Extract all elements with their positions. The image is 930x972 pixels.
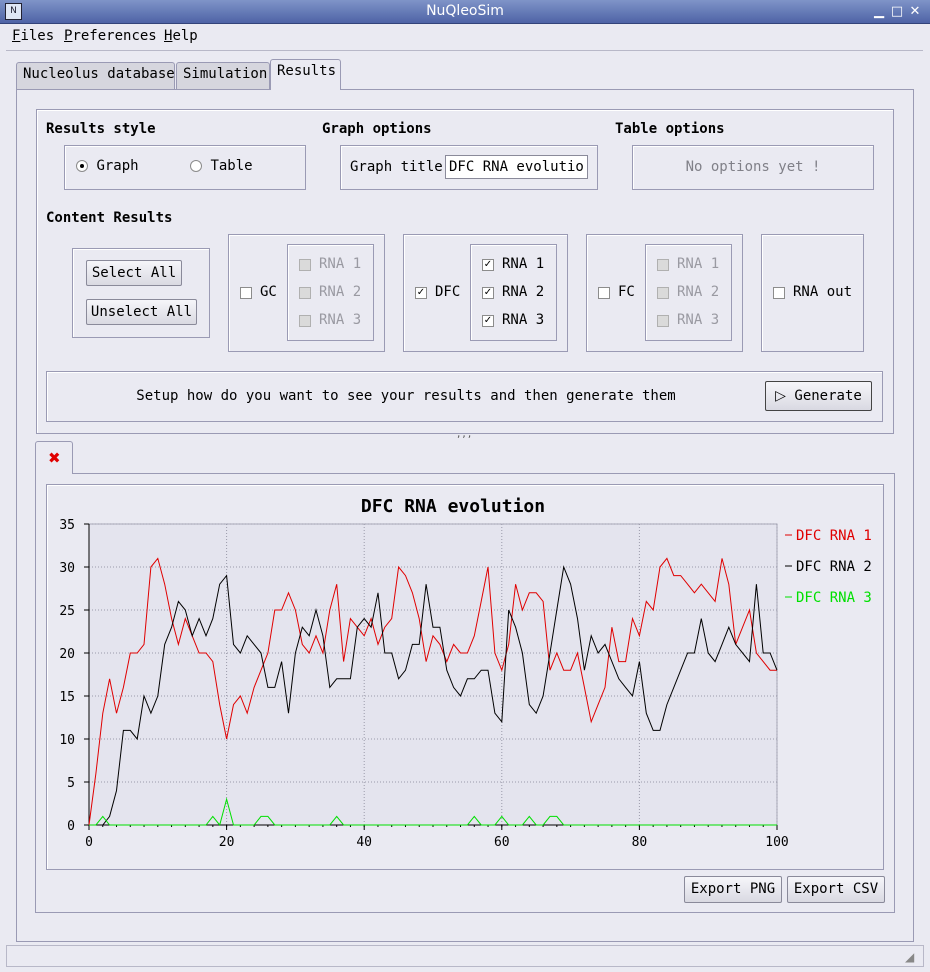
radio-graph-label: Graph — [96, 158, 139, 174]
unselect-all-button[interactable]: Unselect All — [86, 299, 197, 325]
chart-title: DFC RNA evolution — [361, 496, 545, 517]
gc-rna1-checkbox[interactable] — [299, 259, 311, 271]
radio-table-label: Table — [210, 158, 253, 174]
splitter-handle[interactable]: ,,, — [456, 430, 472, 440]
x-tick-label: 20 — [219, 835, 235, 850]
menu-files-label: iles — [20, 28, 55, 44]
fc-rna3-label: RNA 3 — [677, 312, 720, 328]
dfc-rna1-checkbox[interactable]: ✓ — [482, 259, 494, 271]
table-options-title: Table options — [615, 121, 725, 137]
fc-rna2-checkbox[interactable] — [657, 287, 669, 299]
x-tick-label: 0 — [85, 835, 93, 850]
gc-rna3-checkbox[interactable] — [299, 315, 311, 327]
fc-label: FC — [618, 284, 635, 300]
dfc-label: DFC — [435, 284, 461, 300]
tab-results[interactable]: Results — [270, 59, 341, 90]
legend-label-1: DFC RNA 1 — [796, 528, 872, 544]
y-tick-label: 0 — [67, 819, 75, 834]
graph-title-label: Graph title — [350, 159, 443, 175]
y-tick-label: 5 — [67, 776, 75, 791]
generate-message: Setup how do you want to see your result… — [136, 388, 676, 404]
x-tick-label: 80 — [632, 835, 648, 850]
legend-label-3: DFC RNA 3 — [796, 590, 872, 606]
y-tick-label: 15 — [59, 690, 75, 705]
y-tick-label: 35 — [59, 518, 75, 533]
generate-button-label: Generate — [794, 388, 862, 404]
close-icon[interactable]: ✕ — [907, 4, 923, 20]
dfc-rna2-label: RNA 2 — [502, 284, 545, 300]
dfc-checkbox[interactable]: ✓ — [415, 287, 427, 299]
x-tick-label: 40 — [356, 835, 372, 850]
menu-help[interactable]: Help — [164, 28, 198, 44]
radio-graph-indicator[interactable] — [76, 160, 88, 172]
export-csv-button[interactable]: Export CSV — [787, 876, 885, 903]
fc-rna1-checkbox[interactable] — [657, 259, 669, 271]
tab-nucleolus-database[interactable]: Nucleolus database — [16, 62, 175, 89]
gc-checkbox[interactable] — [240, 287, 252, 299]
export-png-button[interactable]: Export PNG — [684, 876, 782, 903]
play-icon: ▷ — [775, 388, 786, 404]
rna-out-label: RNA out — [793, 284, 853, 300]
line-chart: 0 20 40 60 80 100 0 5 10 15 20 25 30 35 DFC RNA evolut… — [59, 496, 872, 850]
status-bar — [6, 945, 924, 967]
tab-simulation[interactable]: Simulation — [176, 62, 270, 89]
gc-rna3-label: RNA 3 — [319, 312, 362, 328]
close-tab-icon[interactable]: ✖ — [48, 449, 61, 467]
minimize-icon[interactable]: ▁ — [871, 4, 887, 20]
select-all-button[interactable]: Select All — [86, 260, 182, 286]
content-results-title: Content Results — [46, 210, 173, 226]
menu-preferences[interactable]: Preferences — [64, 28, 157, 44]
menu-separator — [6, 50, 923, 51]
y-tick-label: 25 — [59, 604, 75, 619]
legend-label-2: DFC RNA 2 — [796, 559, 872, 575]
window-title: NuQleoSim — [426, 3, 504, 19]
fc-rna2-label: RNA 2 — [677, 284, 720, 300]
resize-grip-icon[interactable]: ◢ — [905, 950, 914, 964]
fc-checkbox[interactable] — [598, 287, 610, 299]
gc-rna2-checkbox[interactable] — [299, 287, 311, 299]
fc-rna1-label: RNA 1 — [677, 256, 720, 272]
table-options-message: No options yet ! — [685, 159, 821, 175]
gc-label: GC — [260, 284, 277, 300]
plot-area — [88, 523, 778, 826]
dfc-rna3-checkbox[interactable]: ✓ — [482, 315, 494, 327]
dfc-rna3-label: RNA 3 — [502, 312, 545, 328]
y-tick-label: 10 — [59, 733, 75, 748]
results-style-title: Results style — [46, 121, 156, 137]
menu-help-label: elp — [172, 28, 198, 44]
rna-out-checkbox[interactable] — [773, 287, 785, 299]
dfc-rna1-label: RNA 1 — [502, 256, 545, 272]
gc-rna1-label: RNA 1 — [319, 256, 362, 272]
radio-table[interactable]: Table — [190, 158, 253, 174]
dfc-rna2-checkbox[interactable]: ✓ — [482, 287, 494, 299]
x-tick-label: 60 — [494, 835, 510, 850]
x-tick-label: 100 — [765, 835, 788, 850]
y-tick-label: 20 — [59, 647, 75, 662]
maximize-icon[interactable]: □ — [889, 4, 905, 20]
menu-files[interactable]: Files — [12, 28, 54, 44]
radio-table-indicator[interactable] — [190, 160, 202, 172]
gc-rna2-label: RNA 2 — [319, 284, 362, 300]
generate-button[interactable]: ▷ Generate — [765, 381, 872, 411]
menu-preferences-label: references — [72, 28, 157, 44]
radio-graph[interactable]: Graph — [76, 158, 139, 174]
graph-title-input[interactable] — [445, 155, 588, 179]
y-tick-label: 30 — [59, 561, 75, 576]
graph-options-title: Graph options — [322, 121, 432, 137]
fc-rna3-checkbox[interactable] — [657, 315, 669, 327]
